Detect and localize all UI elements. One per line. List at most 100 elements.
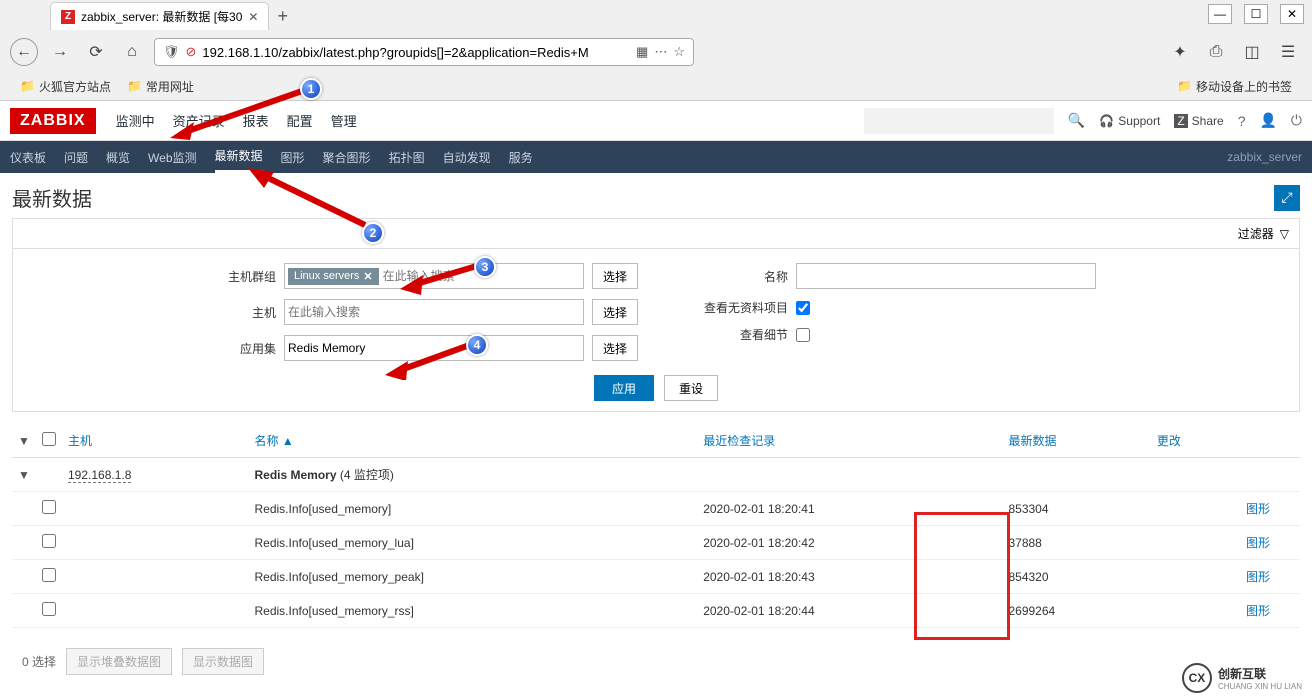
subnav-overview[interactable]: 概览 (106, 149, 130, 166)
subnav-discovery[interactable]: 自动发现 (443, 149, 491, 166)
app-input[interactable] (288, 341, 580, 355)
more-icon[interactable]: ⋯ (654, 44, 667, 60)
browser-tab[interactable]: Z zabbix_server: 最新数据 [每30 ✕ (50, 2, 269, 30)
host-ip[interactable]: 192.168.1.8 (68, 468, 131, 483)
bookmarks-bar: 📁 火狐官方站点 📁 常用网址 📁 移动设备上的书签 (0, 72, 1312, 100)
show-detail-checkbox[interactable] (796, 328, 810, 342)
item-timestamp: 2020-02-01 18:20:43 (697, 560, 1002, 594)
new-tab-button[interactable]: + (277, 6, 288, 27)
subnav-graphs[interactable]: 图形 (281, 149, 305, 166)
item-name: Redis.Info[used_memory_peak] (248, 560, 697, 594)
host-input[interactable] (288, 305, 580, 319)
reload-button[interactable]: ⟳ (82, 38, 110, 66)
subnav-dashboard[interactable]: 仪表板 (10, 149, 46, 166)
item-value: 2699264 (1002, 594, 1150, 628)
subnav-maps[interactable]: 拓扑图 (389, 149, 425, 166)
global-search[interactable] (864, 108, 1054, 134)
subnav-services[interactable]: 服务 (509, 149, 533, 166)
row-checkbox[interactable] (42, 534, 56, 548)
bookmark-star-icon[interactable]: ☆ (673, 44, 685, 60)
support-link[interactable]: 🎧 Support (1099, 114, 1160, 128)
forward-button[interactable]: → (46, 38, 74, 66)
menu-monitoring[interactable]: 监测中 (116, 111, 155, 130)
name-input[interactable] (800, 269, 1092, 283)
menu-config[interactable]: 配置 (287, 111, 313, 130)
col-name[interactable]: 名称 ▲ (248, 424, 697, 458)
row-checkbox[interactable] (42, 568, 56, 582)
page-title: 最新数据 (12, 183, 92, 212)
expand-all-icon[interactable]: ▼ (18, 434, 30, 448)
bookmark-firefox[interactable]: 📁 火狐官方站点 (20, 78, 111, 95)
select-all-checkbox[interactable] (42, 432, 56, 446)
host-field[interactable] (284, 299, 584, 325)
reader-icon[interactable]: ▦ (636, 44, 648, 60)
tab-favicon: Z (61, 10, 75, 24)
row-checkbox[interactable] (42, 500, 56, 514)
stacked-graph-button[interactable]: 显示堆叠数据图 (66, 648, 172, 675)
subnav-latest[interactable]: 最新数据 (215, 147, 263, 173)
graph-button[interactable]: 显示数据图 (182, 648, 264, 675)
item-name: Redis.Info[used_memory] (248, 492, 697, 526)
tag-remove-icon[interactable]: ✕ (363, 270, 372, 283)
tab-close-icon[interactable]: ✕ (248, 10, 258, 24)
extension-icon[interactable]: ✦ (1166, 38, 1194, 66)
hostgroup-select-btn[interactable]: 选择 (592, 263, 638, 289)
fullscreen-icon[interactable]: ⤢ (1274, 185, 1300, 211)
share-link[interactable]: Z Share (1174, 114, 1223, 128)
menu-inventory[interactable]: 资产记录 (173, 111, 225, 130)
graph-link[interactable]: 图形 (1240, 492, 1300, 526)
label-name: 名称 (698, 268, 788, 285)
latest-data-table: ▼ 主机 名称 ▲ 最近检查记录 最新数据 更改 ▼ 192.168.1.8 R… (12, 424, 1300, 628)
collapse-icon[interactable]: ▼ (18, 468, 30, 482)
search-icon[interactable]: 🔍 (1068, 112, 1085, 129)
show-empty-checkbox[interactable] (796, 301, 810, 315)
item-name: Redis.Info[used_memory_rss] (248, 594, 697, 628)
url-input[interactable] (202, 45, 630, 60)
item-value: 37888 (1002, 526, 1150, 560)
maximize-button[interactable]: ☐ (1244, 4, 1268, 24)
bookmark-mobile[interactable]: 📁 移动设备上的书签 (1177, 78, 1292, 95)
item-value: 853304 (1002, 492, 1150, 526)
user-icon[interactable]: 👤 (1259, 112, 1276, 129)
minimize-button[interactable]: — (1208, 4, 1232, 24)
row-checkbox[interactable] (42, 602, 56, 616)
library-icon[interactable]: ⎙ (1202, 38, 1230, 66)
menu-icon[interactable]: ☰ (1274, 38, 1302, 66)
watermark-icon: CX (1182, 663, 1212, 693)
sub-nav: 仪表板 问题 概览 Web监测 最新数据 图形 聚合图形 拓扑图 自动发现 服务… (0, 141, 1312, 173)
col-change[interactable]: 更改 (1151, 424, 1240, 458)
home-button[interactable]: ⌂ (118, 38, 146, 66)
app-field[interactable] (284, 335, 584, 361)
address-bar[interactable]: 🛡 ⊘ ▦ ⋯ ☆ (154, 38, 694, 66)
zabbix-logo[interactable]: ZABBIX (10, 108, 96, 134)
item-timestamp: 2020-02-01 18:20:44 (697, 594, 1002, 628)
host-select-btn[interactable]: 选择 (592, 299, 638, 325)
item-timestamp: 2020-02-01 18:20:42 (697, 526, 1002, 560)
graph-link[interactable]: 图形 (1240, 594, 1300, 628)
subnav-web[interactable]: Web监测 (148, 149, 196, 166)
sidebar-icon[interactable]: ◫ (1238, 38, 1266, 66)
power-icon[interactable]: ⏻ (1291, 112, 1302, 129)
app-select-btn[interactable]: 选择 (592, 335, 638, 361)
graph-link[interactable]: 图形 (1240, 526, 1300, 560)
reset-button[interactable]: 重设 (664, 375, 718, 401)
label-show-detail: 查看细节 (698, 326, 788, 343)
apply-button[interactable]: 应用 (594, 375, 654, 401)
graph-link[interactable]: 图形 (1240, 560, 1300, 594)
col-host[interactable]: 主机 (62, 424, 248, 458)
zabbix-header: ZABBIX 监测中 资产记录 报表 配置 管理 🔍 🎧 Support Z S… (0, 101, 1312, 141)
name-field[interactable] (796, 263, 1096, 289)
col-lastcheck[interactable]: 最近检查记录 (697, 424, 1002, 458)
bookmark-common[interactable]: 📁 常用网址 (127, 78, 194, 95)
back-button[interactable]: ← (10, 38, 38, 66)
hostgroup-field[interactable]: Linux servers ✕ (284, 263, 584, 289)
menu-admin[interactable]: 管理 (331, 111, 357, 130)
filter-toggle-bar[interactable]: 过滤器 ▽ (12, 218, 1300, 248)
filter-label: 过滤器 (1238, 225, 1274, 242)
close-button[interactable]: ✕ (1280, 4, 1304, 24)
subnav-problems[interactable]: 问题 (64, 149, 88, 166)
subnav-screens[interactable]: 聚合图形 (323, 149, 371, 166)
menu-reports[interactable]: 报表 (243, 111, 269, 130)
col-latest[interactable]: 最新数据 (1002, 424, 1150, 458)
help-icon[interactable]: ? (1238, 113, 1246, 129)
